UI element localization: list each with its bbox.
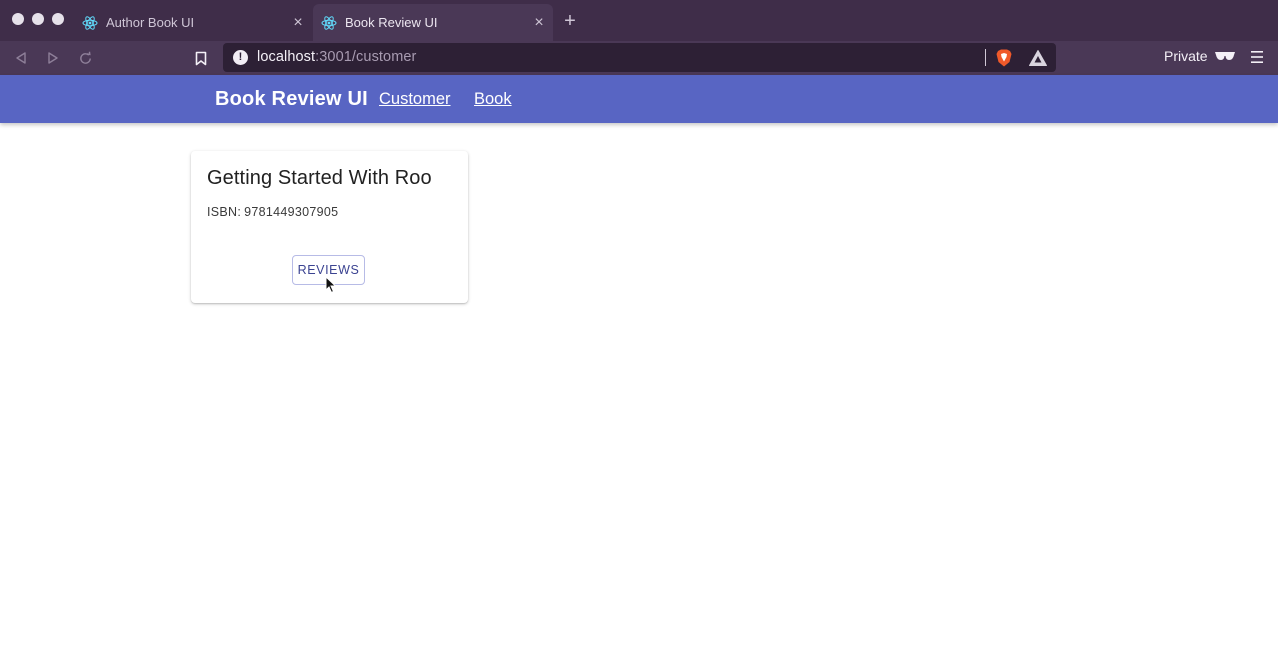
react-icon xyxy=(82,15,98,31)
forward-icon[interactable] xyxy=(44,49,62,67)
tab-title: Book Review UI xyxy=(345,15,438,30)
react-icon xyxy=(321,15,337,31)
nav-link-customer[interactable]: Customer xyxy=(379,90,451,109)
window-maximize-dot[interactable] xyxy=(52,13,64,25)
address-bar[interactable]: ! localhost:3001/customer xyxy=(223,43,1056,72)
nav-link-book[interactable]: Book xyxy=(474,90,512,109)
back-icon[interactable] xyxy=(12,49,30,67)
close-icon[interactable]: × xyxy=(290,14,306,31)
isbn-label: ISBN: xyxy=(207,205,242,219)
app-title: Book Review UI xyxy=(215,88,368,110)
tab-title: Author Book UI xyxy=(106,15,195,30)
tab-author-book-ui[interactable]: Author Book UI × xyxy=(74,4,312,41)
reload-icon[interactable] xyxy=(76,49,94,67)
tab-book-review-ui[interactable]: Book Review UI × xyxy=(313,4,553,41)
new-tab-icon[interactable]: + xyxy=(562,11,578,31)
site-info-icon[interactable]: ! xyxy=(233,50,248,65)
window-close-dot[interactable] xyxy=(12,13,24,25)
app-header: Book Review UI Customer Book xyxy=(0,75,1278,123)
brave-rewards-icon[interactable] xyxy=(1028,49,1048,67)
mouse-cursor-icon xyxy=(325,275,337,294)
url-text: localhost:3001/customer xyxy=(257,49,416,65)
book-title: Getting Started With Roo xyxy=(207,167,432,189)
url-path: :3001/customer xyxy=(315,49,417,65)
private-glasses-icon xyxy=(1214,50,1236,64)
bookmark-icon[interactable] xyxy=(192,49,210,67)
book-isbn: ISBN: 9781449307905 xyxy=(207,205,338,219)
window-minimize-dot[interactable] xyxy=(32,13,44,25)
brave-shields-icon[interactable] xyxy=(994,48,1014,68)
url-host: localhost xyxy=(257,49,316,65)
browser-toolbar: ! localhost:3001/customer Private xyxy=(0,41,1278,75)
browser-tab-strip: Author Book UI × Book Review UI × + xyxy=(0,0,1278,41)
close-icon[interactable]: × xyxy=(531,14,547,31)
url-divider xyxy=(985,49,986,66)
menu-icon[interactable] xyxy=(1249,48,1265,66)
private-label: Private xyxy=(1164,48,1208,64)
isbn-value: 9781449307905 xyxy=(244,205,339,219)
